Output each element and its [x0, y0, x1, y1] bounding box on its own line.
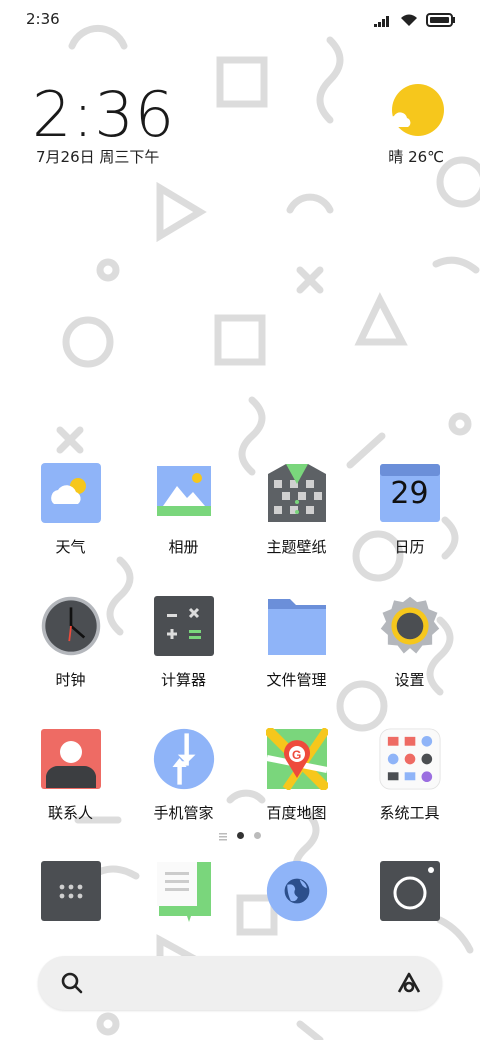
dock-camera[interactable]: [353, 860, 466, 922]
dock-app-drawer[interactable]: [14, 860, 127, 922]
contacts-icon: [40, 728, 102, 790]
signal-icon: [374, 12, 392, 31]
tools-folder-icon: [378, 728, 441, 790]
weather-icon: [40, 462, 102, 524]
themes-icon: [266, 462, 328, 524]
svg-text:G: G: [292, 748, 301, 762]
app-row-3: 联系人 手机管家 G 百度地图 系统工具: [14, 728, 466, 823]
app-system-tools-folder[interactable]: 系统工具: [353, 728, 466, 823]
app-label: 主题壁纸: [266, 538, 327, 556]
status-icons: [374, 12, 456, 31]
app-clock[interactable]: 时钟: [14, 595, 127, 690]
app-gallery[interactable]: 相册: [127, 462, 240, 557]
status-time: 2:36: [26, 10, 60, 28]
home-menu-icon: [219, 826, 227, 845]
app-settings[interactable]: 设置: [353, 595, 466, 690]
dock: [14, 860, 466, 922]
app-grid: 天气 相册 主题壁纸 29 日历 时钟 计算器 文件管理 设置 联系人 手机管家…: [14, 462, 466, 861]
app-file-manager[interactable]: 文件管理: [240, 595, 353, 690]
sunny-icon[interactable]: [392, 84, 444, 136]
page-indicator[interactable]: [0, 826, 480, 845]
app-label: 系统工具: [379, 804, 440, 822]
app-label: 文件管理: [266, 671, 327, 689]
app-label: 联系人: [47, 804, 93, 822]
settings-icon: [379, 595, 441, 657]
app-themes[interactable]: 主题壁纸: [240, 462, 353, 557]
app-label: 日历: [394, 538, 425, 556]
app-security[interactable]: 手机管家: [127, 728, 240, 823]
app-contacts[interactable]: 联系人: [14, 728, 127, 823]
messages-icon: [153, 860, 215, 922]
camera-icon: [379, 860, 441, 922]
app-calculator[interactable]: 计算器: [127, 595, 240, 690]
calculator-icon: [153, 595, 215, 657]
app-row-2: 时钟 计算器 文件管理 设置: [14, 595, 466, 690]
app-row-1: 天气 相册 主题壁纸 29 日历: [14, 462, 466, 557]
dock-browser[interactable]: [240, 860, 353, 922]
app-label: 计算器: [160, 671, 206, 689]
widget-clock[interactable]: 2:36: [32, 78, 175, 151]
calendar-date: 29: [390, 476, 429, 511]
widget-weather[interactable]: 晴 26℃: [388, 146, 444, 167]
battery-icon: [426, 12, 456, 31]
wifi-icon: [400, 12, 418, 31]
app-label: 设置: [394, 671, 425, 689]
app-drawer-icon: [40, 860, 102, 922]
app-label: 相册: [168, 538, 199, 556]
app-calendar[interactable]: 29 日历: [353, 462, 466, 557]
gallery-icon: [153, 462, 215, 524]
calendar-icon: 29: [379, 462, 441, 524]
maps-icon: G: [265, 728, 328, 790]
page-dot-active[interactable]: [237, 832, 244, 839]
app-baidu-maps[interactable]: G 百度地图: [240, 728, 353, 823]
search-icon[interactable]: [60, 971, 84, 999]
dock-messages[interactable]: [127, 860, 240, 922]
app-label: 时钟: [55, 671, 86, 689]
search-bar[interactable]: [38, 956, 442, 1010]
clock-icon: [40, 595, 102, 657]
app-weather[interactable]: 天气: [14, 462, 127, 557]
widget-date[interactable]: 7月26日 周三下午: [36, 146, 159, 167]
app-label: 天气: [55, 538, 86, 556]
page-dot[interactable]: [254, 832, 261, 839]
browser-icon: [266, 860, 328, 922]
assistant-icon[interactable]: [396, 970, 422, 1000]
folder-icon: [266, 595, 328, 657]
cloud-icon: [389, 112, 411, 127]
app-label: 百度地图: [266, 804, 327, 822]
security-icon: [153, 728, 215, 790]
app-label: 手机管家: [153, 804, 214, 822]
